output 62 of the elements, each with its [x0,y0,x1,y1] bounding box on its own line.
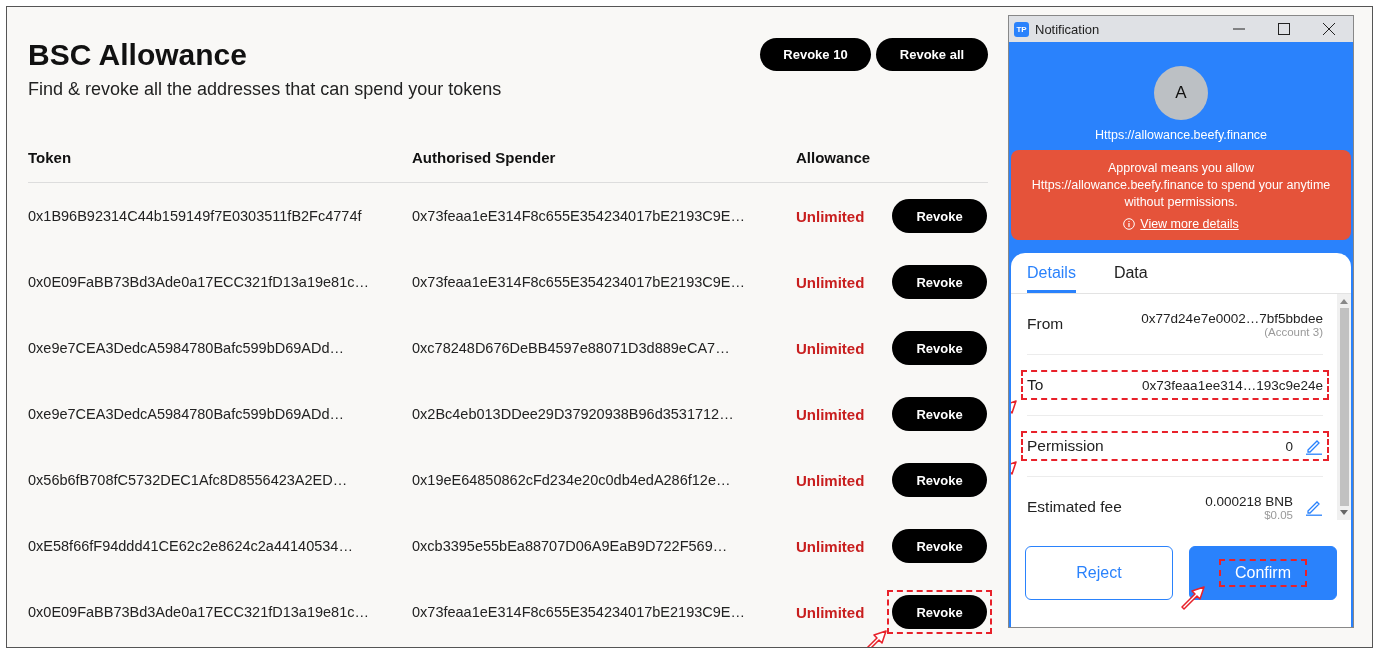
tab[interactable]: Data [1113,253,1148,293]
scrollbar[interactable] [1337,294,1351,520]
token-address: 0x0E09FaBB73Bd3Ade0a17ECC321fD13a19e81c… [28,604,370,620]
column-header: Authorised Spender [412,148,557,166]
site-avatar: A [1154,66,1208,120]
revoke-button[interactable]: Revoke [892,331,987,365]
page-subtitle: Find & revoke all the addresses that can spend your tokens [28,79,502,100]
allowance-value: Unlimited [796,405,866,423]
detail-label: From [1027,315,1064,333]
spender-address: 0x19eE64850862cFd234e20c0db4edA286f12e… [412,472,732,488]
allowance-value: Unlimited [796,339,866,357]
scroll-down-icon[interactable] [1340,510,1348,516]
info-icon [1123,218,1136,230]
allowance-value: Unlimited [796,603,866,621]
page-title: BSC Allowance [28,37,248,73]
detail-label: To [1027,376,1044,394]
close-icon[interactable] [1323,23,1335,35]
app-badge: TP [1014,21,1029,37]
token-address: 0xE58f66fF94ddd41CE62c2e8624c2a44140534… [28,538,354,554]
allowance-value: Unlimited [796,537,866,555]
view-details-link[interactable]: View more details [1140,217,1239,231]
spender-address: 0x73feaa1eE314F8c655E354234017bE2193C9E… [412,208,746,224]
detail-value: 0x73feaa1ee314…193c9e24e [1142,377,1323,393]
allowance-value: Unlimited [796,207,866,225]
revoke-button[interactable]: Revoke [892,199,987,233]
warning-text: Approval means you allow Https://allowance.beefy.finance to spend your anytime without permissions. [1031,160,1331,211]
token-address: 0x1B96B92314C44b159149f7E0303511fB2Fc4774f [28,208,363,224]
token-address: 0xe9e7CEA3DedcA5984780Bafc599bD69ADd… [28,340,345,356]
revoke-button[interactable]: Revoke [892,529,987,563]
revoke-button[interactable]: Revoke [892,397,987,431]
detail-note: $0.05 [1264,508,1293,520]
reject-button[interactable]: Reject [1025,546,1173,600]
spender-address: 0xc78248D676DeBB4597e88071D3d889eCA7… [412,340,731,356]
revoke-bulk-button[interactable]: Revoke all [876,38,988,71]
detail-value: 0x77d24e7e0002…7bf5bbdee [1141,310,1323,326]
allowance-value: Unlimited [796,471,866,489]
scroll-up-icon[interactable] [1340,298,1348,304]
detail-label: Permission [1027,437,1104,455]
revoke-button[interactable]: Revoke [892,265,987,299]
tab[interactable]: Details [1027,253,1076,293]
column-header: Allowance [796,148,872,166]
detail-value: 0.000218 BNB [1205,493,1293,509]
spender-address: 0x73feaa1eE314F8c655E354234017bE2193C9E… [412,604,746,620]
spender-address: 0x73feaa1eE314F8c655E354234017bE2193C9E… [412,274,746,290]
confirm-button[interactable]: Confirm [1189,546,1337,600]
site-url: Https://allowance.beefy.finance [1094,128,1268,142]
window-title: Notification [1035,21,1101,37]
detail-note: (Account 3) [1264,325,1323,338]
maximize-icon[interactable] [1278,23,1290,35]
revoke-bulk-button[interactable]: Revoke 10 [760,38,871,71]
pointer-arrow-icon [1181,586,1205,610]
allowance-value: Unlimited [796,273,866,291]
detail-value: 0 [1285,438,1293,454]
spender-address: 0xcb3395e55bEa88707D06A9EaB9D722F569… [412,538,729,554]
spender-address: 0x2Bc4eb013DDee29D37920938B96d3531712… [412,406,735,422]
revoke-button[interactable]: Revoke [892,595,987,629]
column-header: Token [28,148,73,166]
revoke-button[interactable]: Revoke [892,463,987,497]
token-address: 0x0E09FaBB73Bd3Ade0a17ECC321fD13a19e81c… [28,274,370,290]
detail-label: Estimated fee [1027,498,1122,516]
token-address: 0x56b6fB708fC5732DEC1Afc8D8556423A2ED… [28,472,349,488]
token-address: 0xe9e7CEA3DedcA5984780Bafc599bD69ADd… [28,406,345,422]
